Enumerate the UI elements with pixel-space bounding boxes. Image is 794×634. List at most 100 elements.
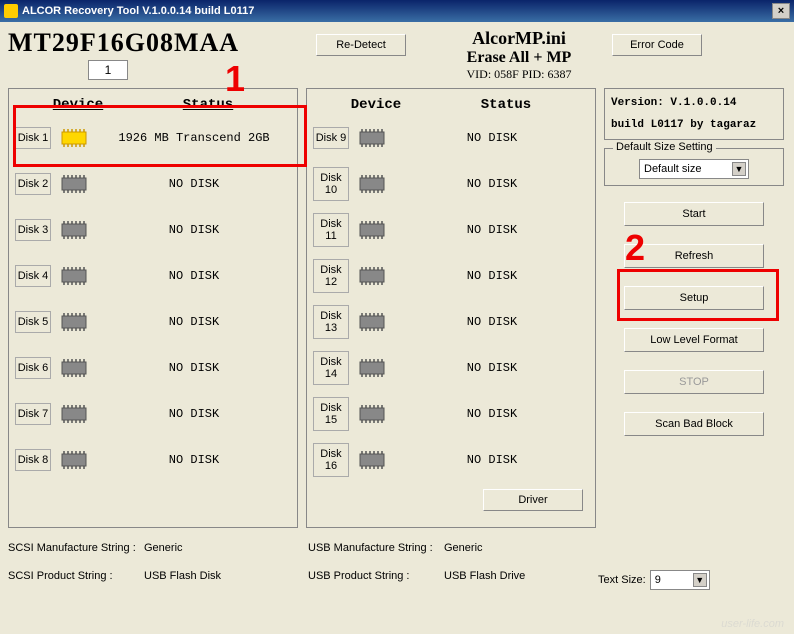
disk-chip (55, 215, 93, 245)
scsi-prod-label: SCSI Product String : (8, 570, 138, 590)
disk-chip (353, 307, 391, 337)
app-icon (4, 4, 18, 18)
size-value: Default size (644, 163, 701, 175)
disk-status: NO DISK (97, 453, 291, 467)
textsize-select[interactable]: 9 ▼ (650, 570, 710, 590)
llf-button[interactable]: Low Level Format (624, 328, 764, 352)
header-status: Status (133, 97, 283, 113)
titlebar: ALCOR Recovery Tool V.1.0.0.14 build L01… (0, 0, 794, 22)
start-button[interactable]: Start (624, 202, 764, 226)
disk-row[interactable]: Disk 1 1926 MB Transcend 2GB (15, 115, 291, 161)
usb-prod-label: USB Product String : (308, 570, 438, 590)
chip-icon (356, 449, 388, 471)
chip-icon (58, 357, 90, 379)
disk-label: Disk 8 (15, 449, 51, 471)
version-line: Version: V.1.0.0.14 (611, 97, 777, 109)
chip-icon (356, 403, 388, 425)
disk-row[interactable]: Disk 12 NO DISK (313, 253, 589, 299)
disk-row[interactable]: Disk 15 NO DISK (313, 391, 589, 437)
disk-status: NO DISK (97, 223, 291, 237)
header-status: Status (431, 97, 581, 113)
disk-chip (353, 353, 391, 383)
disk-status: NO DISK (395, 131, 589, 145)
disk-chip (55, 261, 93, 291)
disk-row[interactable]: Disk 11 NO DISK (313, 207, 589, 253)
disk-chip (55, 399, 93, 429)
size-legend: Default Size Setting (613, 141, 716, 153)
chip-icon (356, 265, 388, 287)
disk-status: NO DISK (395, 453, 589, 467)
close-button[interactable]: × (772, 3, 790, 19)
setup-button[interactable]: Setup (624, 286, 764, 310)
mode-label: Erase All + MP (434, 49, 604, 67)
disk-row[interactable]: Disk 16 NO DISK (313, 437, 589, 483)
size-select[interactable]: Default size ▼ (639, 159, 749, 179)
disk-status: NO DISK (395, 407, 589, 421)
chip-icon (356, 127, 388, 149)
disk-chip (353, 215, 391, 245)
disk-row[interactable]: Disk 13 NO DISK (313, 299, 589, 345)
disk-status: NO DISK (97, 361, 291, 375)
chevron-down-icon: ▼ (732, 162, 746, 176)
chip-name: MT29F16G08MAA (8, 28, 308, 58)
count-input[interactable] (88, 60, 128, 80)
disk-label: Disk 7 (15, 403, 51, 425)
disk-status: NO DISK (97, 315, 291, 329)
disk-row[interactable]: Disk 14 NO DISK (313, 345, 589, 391)
disk-row[interactable]: Disk 4 NO DISK (15, 253, 291, 299)
disk-row[interactable]: Disk 3 NO DISK (15, 207, 291, 253)
disk-label: Disk 2 (15, 173, 51, 195)
chevron-down-icon: ▼ (693, 573, 707, 587)
disk-label: Disk 14 (313, 351, 349, 385)
right-column: Version: V.1.0.0.14 build L0117 by tagar… (604, 88, 784, 528)
disk-label: Disk 11 (313, 213, 349, 247)
disk-label: Disk 1 (15, 127, 51, 149)
footer: SCSI Manufacture String : Generic USB Ma… (8, 542, 786, 590)
disk-chip (353, 123, 391, 153)
chip-icon (356, 173, 388, 195)
usb-mfg-value: Generic (444, 542, 574, 554)
chip-icon (58, 311, 90, 333)
redetect-button[interactable]: Re-Detect (316, 34, 406, 56)
scan-button[interactable]: Scan Bad Block (624, 412, 764, 436)
window-title: ALCOR Recovery Tool V.1.0.0.14 build L01… (22, 5, 254, 17)
disk-row[interactable]: Disk 7 NO DISK (15, 391, 291, 437)
disk-label: Disk 10 (313, 167, 349, 201)
driver-button[interactable]: Driver (483, 489, 583, 511)
disk-row[interactable]: Disk 2 NO DISK (15, 161, 291, 207)
disk-panel-left: Device Status Disk 1 1926 MB Transcend 2… (8, 88, 298, 528)
scsi-prod-value: USB Flash Disk (144, 570, 274, 590)
disk-label: Disk 9 (313, 127, 349, 149)
disk-row[interactable]: Disk 8 NO DISK (15, 437, 291, 483)
version-info: Version: V.1.0.0.14 build L0117 by tagar… (604, 88, 784, 140)
disk-status: NO DISK (395, 269, 589, 283)
chip-icon (356, 357, 388, 379)
disk-status: 1926 MB Transcend 2GB (97, 131, 291, 145)
disk-chip (353, 261, 391, 291)
chip-icon (58, 265, 90, 287)
errorcode-button[interactable]: Error Code (612, 34, 702, 56)
ini-label: AlcorMP.ini (434, 28, 604, 49)
disk-row[interactable]: Disk 5 NO DISK (15, 299, 291, 345)
chip-icon (58, 127, 90, 149)
disk-status: NO DISK (97, 407, 291, 421)
disk-status: NO DISK (395, 315, 589, 329)
disk-label: Disk 13 (313, 305, 349, 339)
textsize-label: Text Size: (598, 574, 646, 586)
usb-mfg-label: USB Manufacture String : (308, 542, 438, 554)
size-group: Default Size Setting Default size ▼ (604, 148, 784, 186)
disk-panel-right: Device Status Disk 9 NO DISK Disk 10 (306, 88, 596, 528)
annotation-num-1: 1 (225, 58, 245, 100)
disk-row[interactable]: Disk 9 NO DISK (313, 115, 589, 161)
disk-row[interactable]: Disk 10 NO DISK (313, 161, 589, 207)
disk-chip (55, 353, 93, 383)
chip-icon (356, 219, 388, 241)
scsi-mfg-label: SCSI Manufacture String : (8, 542, 138, 554)
disk-status: NO DISK (395, 223, 589, 237)
disk-row[interactable]: Disk 6 NO DISK (15, 345, 291, 391)
disk-label: Disk 16 (313, 443, 349, 477)
annotation-num-2: 2 (625, 227, 645, 269)
disk-label: Disk 15 (313, 397, 349, 431)
stop-button[interactable]: STOP (624, 370, 764, 394)
scsi-mfg-value: Generic (144, 542, 274, 554)
